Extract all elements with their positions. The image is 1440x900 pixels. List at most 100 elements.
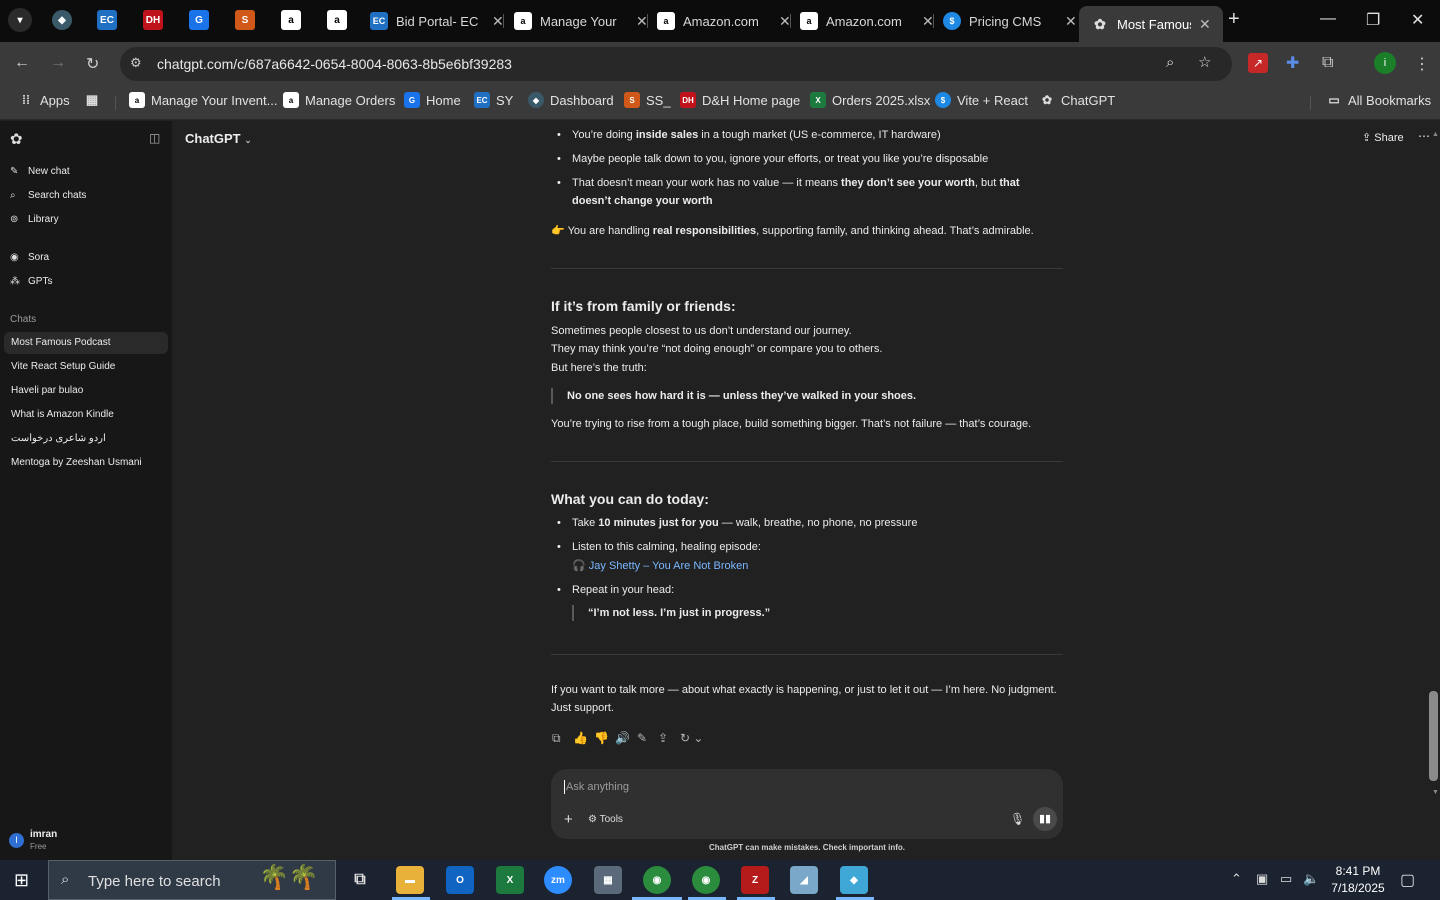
file-explorer-icon[interactable]: ▬ — [396, 866, 424, 894]
search-chats-button[interactable]: ⌕ Search chats — [10, 190, 86, 201]
user-name[interactable]: imran — [30, 829, 57, 840]
scroll-down-arrow-icon[interactable]: ▼ — [1432, 789, 1439, 796]
tab-search-button[interactable]: ▾ — [8, 8, 32, 32]
bookmark-home[interactable]: G Home — [404, 92, 461, 108]
close-window-button[interactable]: ✕ — [1411, 10, 1424, 30]
tab-most-famous[interactable]: ✿ Most Famous ✕ — [1079, 6, 1223, 42]
excel-icon[interactable]: X — [496, 866, 524, 894]
pinned-tab-g-icon[interactable]: G — [189, 10, 209, 30]
security-icon[interactable]: ▣ — [1256, 871, 1268, 887]
bookmark-vite-react[interactable]: $ Vite + React — [935, 92, 1028, 108]
pinned-tab-stack-icon[interactable]: S — [235, 10, 255, 30]
app-icon[interactable]: ◆ — [840, 866, 868, 894]
clock-time[interactable]: 8:41 PM — [1333, 864, 1383, 878]
close-icon[interactable]: ✕ — [636, 13, 648, 30]
volume-icon[interactable]: 🔈 — [1303, 871, 1319, 887]
tools-button[interactable]: ⚙ Tools — [588, 814, 623, 825]
tab-manage-your[interactable]: a Manage Your ✕ — [514, 6, 648, 36]
pinned-tab-app-icon[interactable]: ◆ — [52, 10, 72, 30]
zoom-icon[interactable]: ⌕ — [1166, 54, 1174, 71]
chrome-icon[interactable]: ◉ — [643, 866, 671, 894]
regenerate-icon[interactable]: ↻ ⌄ — [680, 731, 703, 745]
taskbar-search[interactable]: ⌕ Type here to search 🌴🌴 — [48, 860, 336, 900]
sora-button[interactable]: ◉ Sora — [10, 252, 49, 263]
network-icon[interactable]: ▭ — [1280, 871, 1292, 887]
browser-menu-icon[interactable]: ⋮ — [1414, 54, 1430, 74]
microphone-icon[interactable]: 🎙 — [1010, 812, 1025, 826]
scroll-up-arrow-icon[interactable]: ▲ — [1432, 131, 1439, 138]
attach-icon[interactable]: + — [564, 811, 573, 828]
tab-amazon-1[interactable]: a Amazon.com ✕ — [657, 6, 791, 36]
minimize-button[interactable]: — — [1320, 10, 1336, 28]
new-tab-button[interactable]: + — [1228, 8, 1240, 31]
share-button[interactable]: ⇪ Share — [1362, 131, 1404, 144]
share-icon[interactable]: ⇪ — [658, 731, 668, 745]
bookmark-manage-orders[interactable]: a Manage Orders — [283, 92, 395, 108]
pinned-tab-ec-icon[interactable]: EC — [97, 10, 117, 30]
extension-icon[interactable]: ✚ — [1286, 53, 1299, 73]
chat-item-urdu-poetry[interactable]: اردو شاعری درخواست — [4, 428, 168, 450]
profile-avatar[interactable]: i — [1374, 52, 1396, 74]
back-button[interactable]: ← — [14, 54, 30, 72]
tab-bid-portal[interactable]: EC Bid Portal- EC ✕ — [370, 6, 504, 36]
read-aloud-icon[interactable]: 🔊 — [615, 731, 630, 745]
bookmark-chatgpt[interactable]: ✿ ChatGPT — [1039, 92, 1115, 108]
bookmark-tab-groups[interactable]: ▦ — [84, 92, 106, 108]
site-info-icon[interactable]: ⚙ — [130, 55, 142, 71]
extension-pdf-icon[interactable]: ↗ — [1248, 53, 1268, 73]
chat-item-amazon-kindle[interactable]: What is Amazon Kindle — [4, 404, 168, 426]
show-hidden-icons-icon[interactable]: ⌃ — [1231, 871, 1242, 887]
copy-icon[interactable]: ⧉ — [552, 731, 561, 746]
chat-item-vite-react[interactable]: Vite React Setup Guide — [4, 356, 168, 378]
pinned-tab-amazon-icon[interactable]: a — [327, 10, 347, 30]
scrollbar-thumb[interactable] — [1429, 691, 1438, 781]
voice-mode-button[interactable]: ▮▮ — [1033, 807, 1057, 831]
zoom-icon[interactable]: zm — [544, 866, 572, 894]
bookmark-sy[interactable]: EC SY — [474, 92, 513, 108]
notifications-icon[interactable]: ▢ — [1400, 870, 1415, 890]
calculator-icon[interactable]: ▦ — [594, 866, 622, 894]
chrome-icon[interactable]: ◉ — [692, 866, 720, 894]
thumbs-up-icon[interactable]: 👍 — [573, 731, 588, 745]
pinned-tab-dh-icon[interactable]: DH — [143, 10, 163, 30]
thumbs-down-icon[interactable]: 👎 — [594, 731, 609, 745]
chat-item-mentoga[interactable]: Mentoga by Zeeshan Usmani — [4, 452, 168, 474]
app-icon[interactable]: ◢ — [790, 866, 818, 894]
forward-button[interactable]: → — [50, 54, 66, 72]
all-bookmarks[interactable]: ▭ All Bookmarks — [1326, 92, 1431, 108]
bookmark-dashboard[interactable]: ◆ Dashboard — [528, 92, 614, 108]
gpts-button[interactable]: ⁂ GPTs — [10, 276, 52, 287]
prompt-input[interactable]: Ask anything — [566, 781, 629, 793]
address-bar[interactable]: ⚙ chatgpt.com/c/687a6642-0654-8004-8063-… — [120, 47, 1232, 81]
bookmark-manage-inventory[interactable]: a Manage Your Invent... — [129, 92, 277, 108]
library-button[interactable]: ⊚ Library — [10, 214, 59, 225]
chat-item-haveli[interactable]: Haveli par bulao — [4, 380, 168, 402]
bookmark-star-icon[interactable]: ☆ — [1198, 53, 1211, 71]
model-selector[interactable]: ChatGPT ⌄ — [185, 131, 252, 146]
tab-pricing-cms[interactable]: $ Pricing CMS ✕ — [943, 6, 1077, 36]
filezilla-icon[interactable]: Z — [741, 866, 769, 894]
close-icon[interactable]: ✕ — [492, 13, 504, 30]
chat-item-most-famous-podcast[interactable]: Most Famous Podcast — [4, 332, 168, 354]
pinned-tab-amazon-icon[interactable]: a — [281, 10, 301, 30]
bookmark-ss[interactable]: S SS_ — [624, 92, 671, 108]
task-view-icon[interactable]: ⧉ — [346, 866, 374, 894]
restore-button[interactable]: ❐ — [1366, 10, 1380, 30]
outlook-icon[interactable]: O — [446, 866, 474, 894]
new-chat-button[interactable]: ✎ New chat — [10, 166, 70, 177]
windows-start-icon[interactable]: ⊞ — [14, 870, 29, 891]
tab-amazon-2[interactable]: a Amazon.com ✕ — [800, 6, 934, 36]
extensions-puzzle-icon[interactable]: ⧉ — [1322, 54, 1333, 72]
close-icon[interactable]: ✕ — [922, 13, 934, 30]
reload-button[interactable]: ↻ — [86, 54, 99, 74]
close-icon[interactable]: ✕ — [1065, 13, 1077, 30]
bookmark-apps[interactable]: ⁞⁞ Apps — [18, 92, 70, 108]
clock-date[interactable]: 7/18/2025 — [1328, 881, 1388, 895]
close-sidebar-icon[interactable]: ◫ — [149, 131, 160, 145]
close-icon[interactable]: ✕ — [779, 13, 791, 30]
chatgpt-logo-icon[interactable]: ✿ — [10, 130, 23, 148]
close-icon[interactable]: ✕ — [1199, 16, 1211, 33]
podcast-link[interactable]: 🎧 Jay Shetty – You Are Not Broken — [551, 557, 1063, 575]
scrollbar[interactable]: ▲ ▼ — [1428, 131, 1440, 860]
bookmark-orders-xlsx[interactable]: X Orders 2025.xlsx — [810, 92, 930, 108]
